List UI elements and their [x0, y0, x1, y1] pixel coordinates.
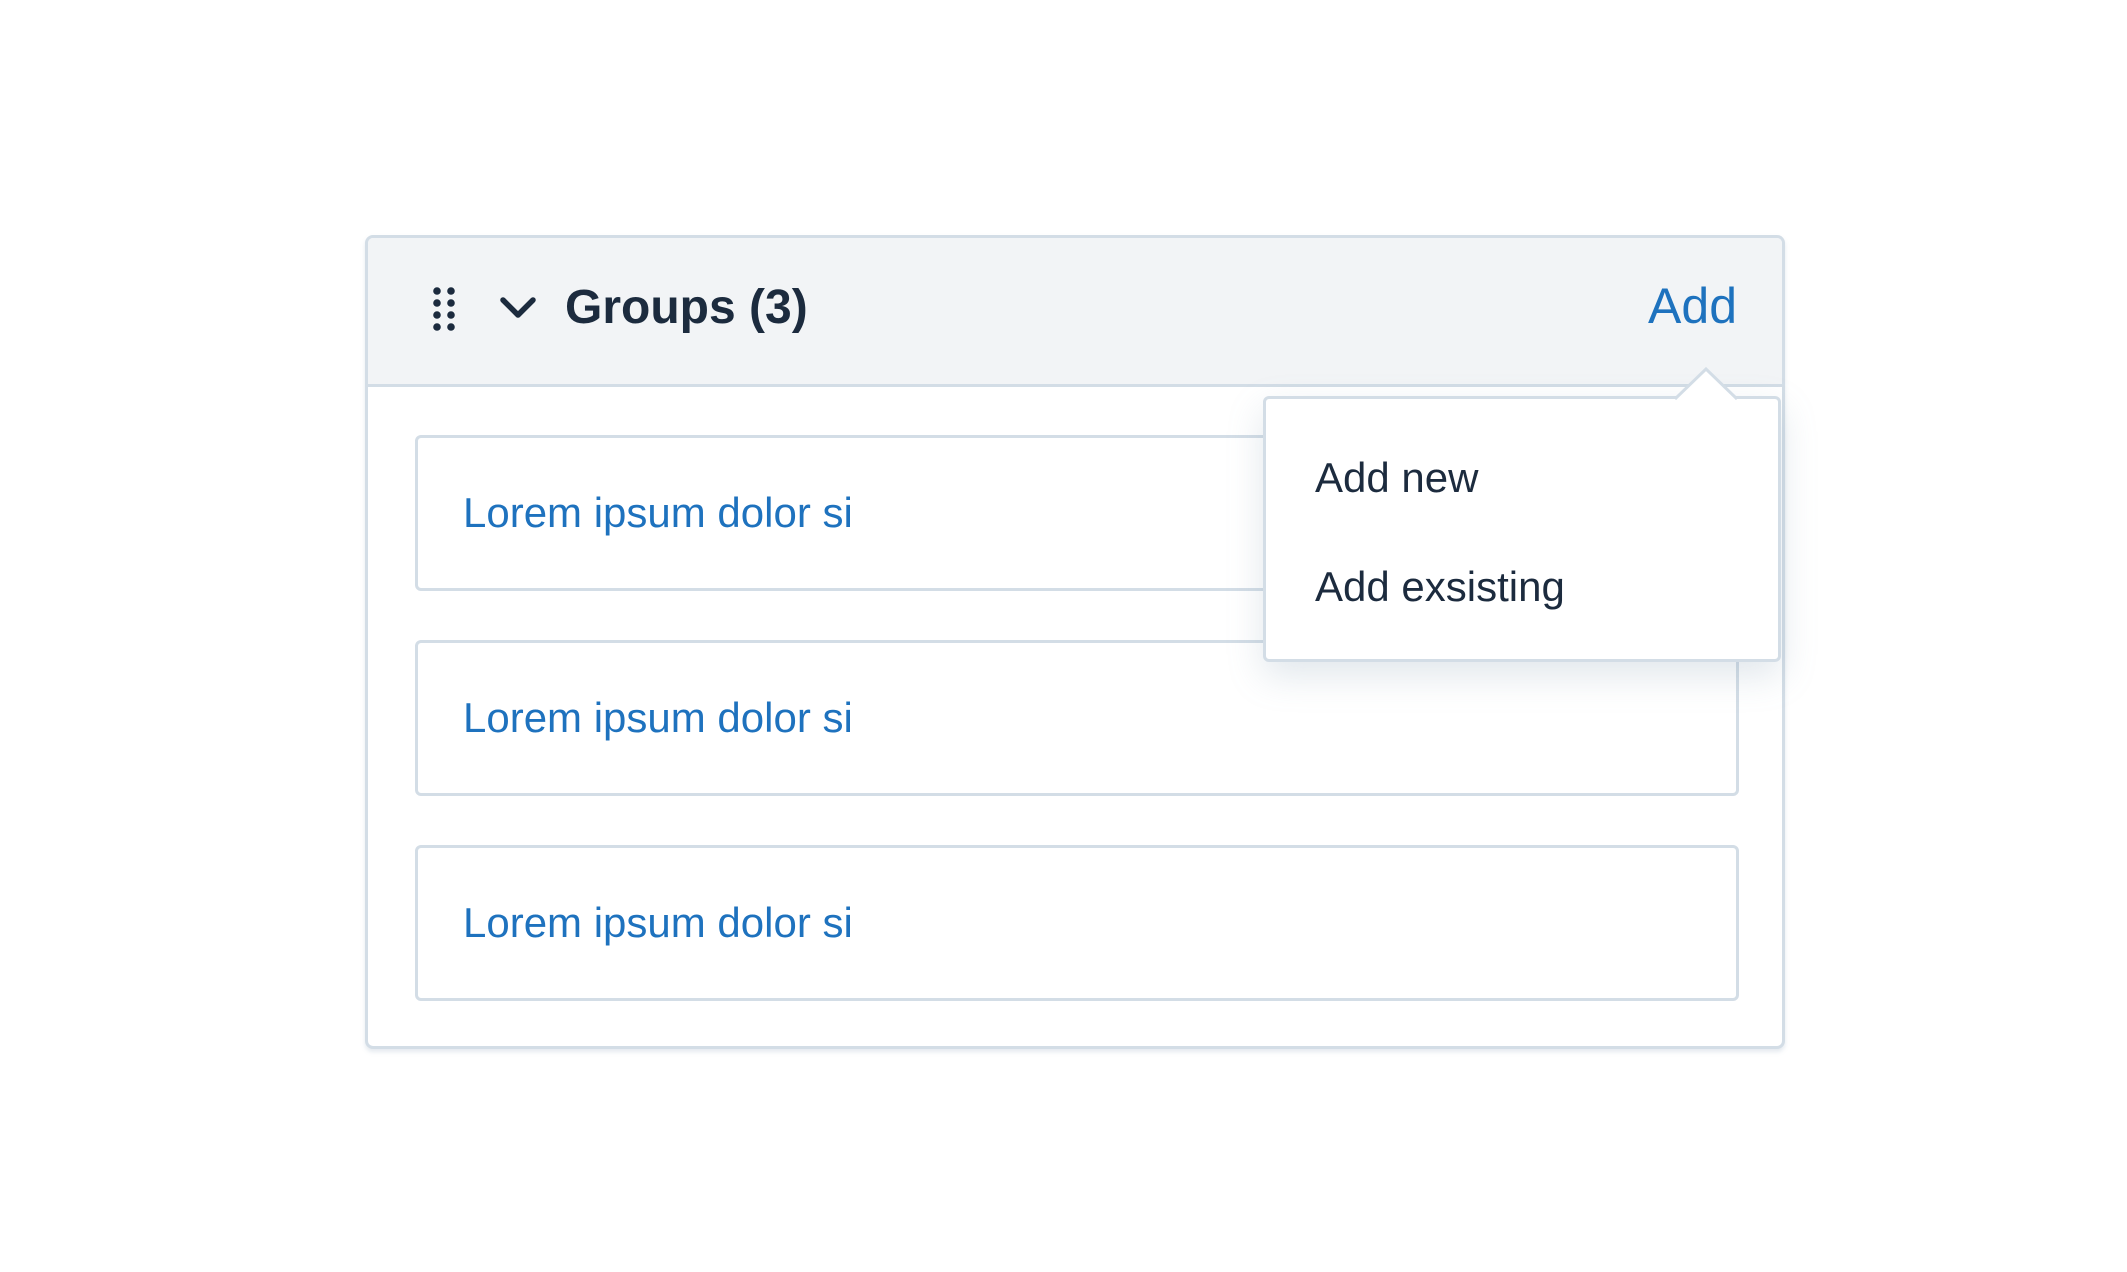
group-item-label[interactable]: Lorem ipsum dolor si [463, 483, 853, 543]
add-dropdown-menu: Add new Add exsisting [1263, 396, 1781, 662]
group-title: Groups (3) [565, 281, 808, 334]
group-item-label[interactable]: Lorem ipsum dolor si [463, 893, 853, 953]
groups-panel-header: Groups (3) Add [368, 238, 1782, 387]
canvas: Groups (3) Add Lorem ipsum dolor si Lore… [0, 0, 2127, 1272]
chevron-down-icon[interactable] [498, 292, 538, 322]
menu-item-add-new[interactable]: Add new [1315, 448, 1478, 508]
dropdown-caret [1675, 367, 1737, 400]
add-button[interactable]: Add [1648, 276, 1737, 336]
group-item[interactable]: Lorem ipsum dolor si [415, 640, 1739, 796]
drag-handle-icon[interactable] [431, 286, 457, 332]
menu-item-add-existing[interactable]: Add exsisting [1315, 557, 1565, 617]
group-item-label[interactable]: Lorem ipsum dolor si [463, 688, 853, 748]
group-item[interactable]: Lorem ipsum dolor si [415, 845, 1739, 1001]
